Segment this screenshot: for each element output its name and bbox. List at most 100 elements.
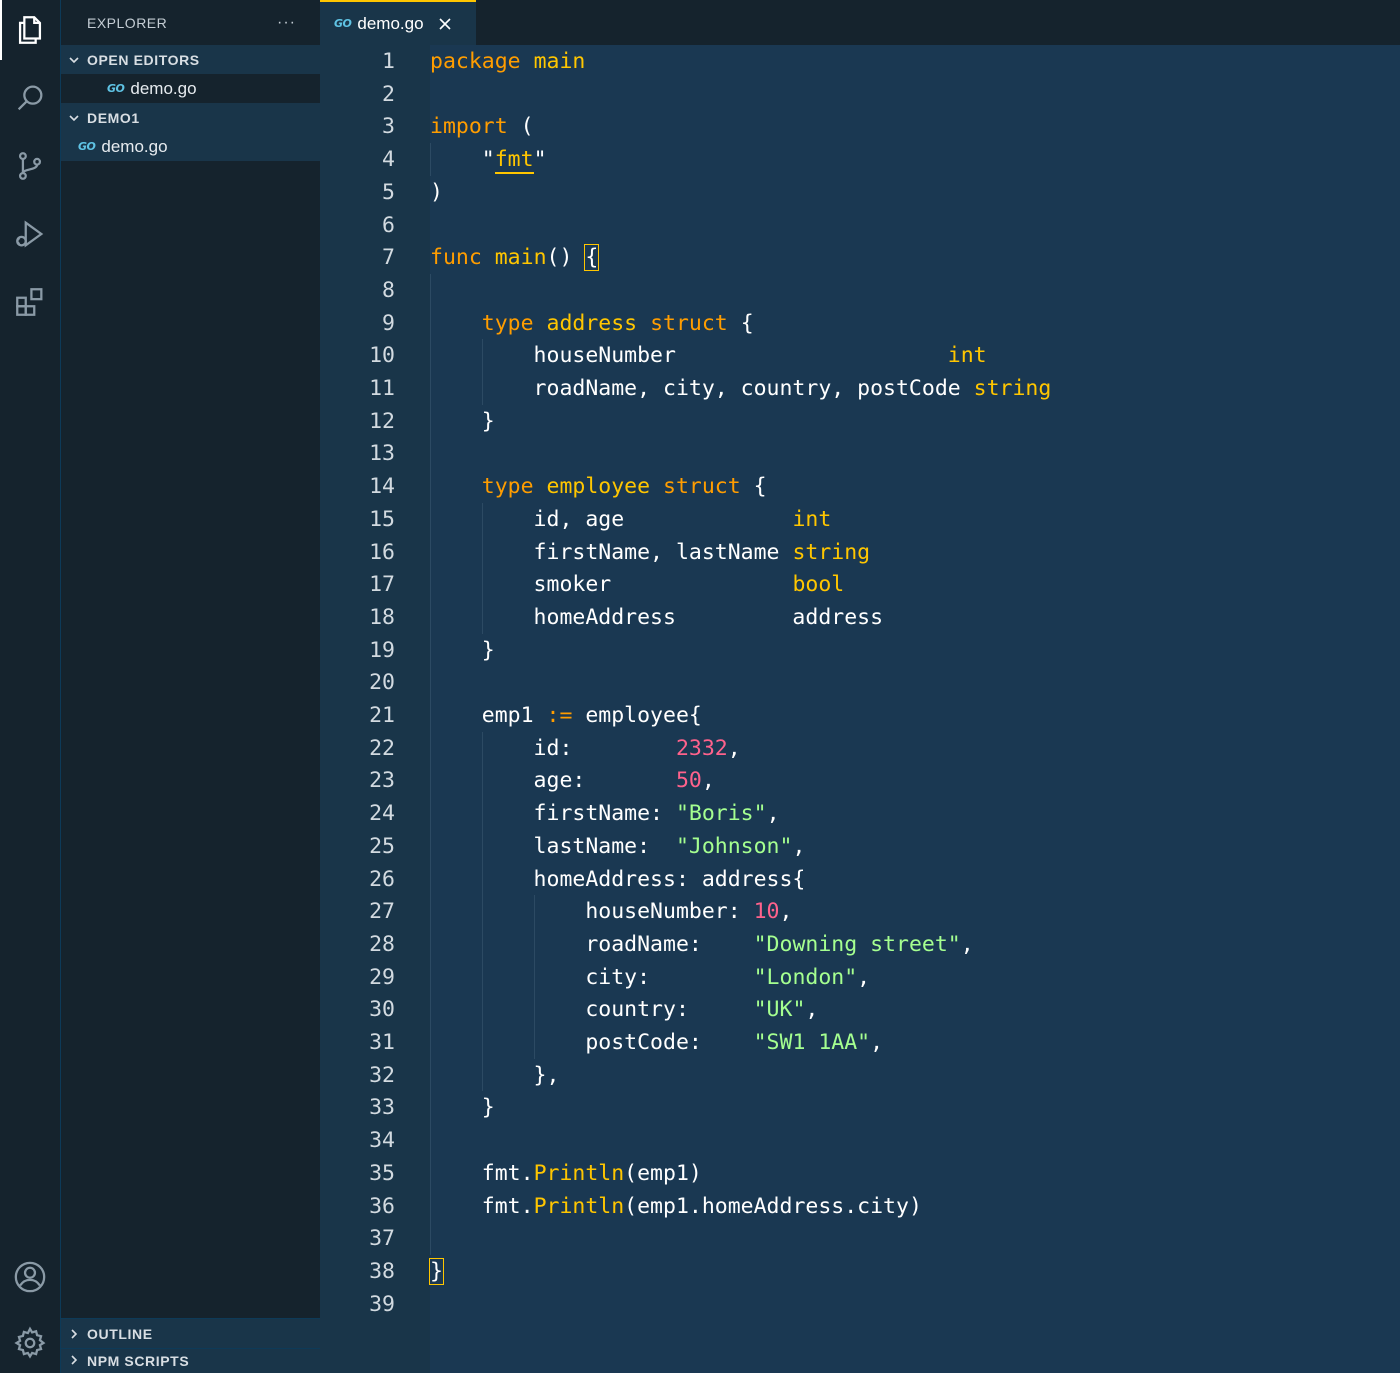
line-number: 38 <box>369 1258 395 1284</box>
code-text: smoker bool <box>430 568 845 601</box>
code-line: 20 <box>320 666 1400 699</box>
code-token: houseNumber: <box>430 899 754 925</box>
code-line: 13 <box>320 437 1400 470</box>
code-line: 38} <box>320 1255 1400 1288</box>
open-editors-section[interactable]: OPEN EDITORS <box>61 45 320 74</box>
tab-demo-go[interactable]: GO demo.go <box>320 0 476 45</box>
line-number: 32 <box>369 1062 395 1088</box>
code-token: } <box>429 1257 444 1285</box>
line-number: 28 <box>369 931 395 957</box>
code-text: city: "London", <box>430 961 870 994</box>
code-token: "Boris" <box>675 801 767 827</box>
code-token: fmt. <box>430 1193 534 1219</box>
code-token: fmt <box>494 147 534 175</box>
line-number: 37 <box>369 1226 395 1252</box>
line-number: 8 <box>382 277 395 303</box>
npm-scripts-label: NPM SCRIPTS <box>87 1353 190 1369</box>
code-token: lastName: <box>430 833 676 859</box>
code-token: } <box>430 408 495 434</box>
code-token: smoker <box>430 572 793 598</box>
code-line: 34 <box>320 1124 1400 1157</box>
code-token: employee <box>546 474 651 500</box>
code-line: 2 <box>320 78 1400 111</box>
code-token: func <box>430 245 482 271</box>
indent-guide <box>481 339 483 405</box>
activity-bar <box>0 0 61 1373</box>
more-actions-button[interactable]: ··· <box>277 14 296 32</box>
code-token: age: <box>430 768 676 794</box>
code-text: fmt.Println(emp1.homeAddress.city) <box>430 1190 922 1223</box>
line-number: 22 <box>369 735 395 761</box>
code-token: homeAddress address <box>430 604 884 630</box>
code-text: } <box>430 405 495 438</box>
code-token: int <box>947 343 987 369</box>
line-number: 2 <box>382 81 395 107</box>
code-token: 2332 <box>675 735 728 761</box>
code-line: 12 } <box>320 405 1400 438</box>
code-token: "Downing street" <box>753 931 961 957</box>
tab-label: demo.go <box>357 13 424 33</box>
run-debug-icon[interactable] <box>0 204 60 264</box>
code-text: fmt.Println(emp1) <box>430 1157 702 1190</box>
chevron-right-icon <box>67 1327 81 1341</box>
indent-guide <box>481 502 483 634</box>
code-line: 7 func main() { <box>320 241 1400 274</box>
settings-gear-icon[interactable] <box>0 1313 60 1373</box>
code-token: roadName: <box>430 931 754 957</box>
go-file-icon: GO <box>107 82 125 95</box>
code-line: 39 <box>320 1288 1400 1321</box>
line-number: 16 <box>369 539 395 565</box>
code-editor[interactable]: 1 package main 2 3 import (4 "fmt" 5) 6 7 func m… <box>320 45 1400 1373</box>
npm-scripts-section[interactable]: NPM SCRIPTS <box>61 1348 320 1373</box>
line-number: 4 <box>382 147 395 173</box>
line-number: 39 <box>369 1291 395 1317</box>
project-file[interactable]: GO demo.go <box>61 132 320 161</box>
line-number: 31 <box>369 1030 395 1055</box>
code-token: := <box>546 703 573 728</box>
code-token: " <box>430 147 495 173</box>
code-line: 33 } <box>320 1091 1400 1124</box>
code-token: struct <box>663 474 741 500</box>
line-number: 33 <box>369 1095 395 1121</box>
code-line: 9 type address struct { <box>320 307 1400 340</box>
close-icon[interactable] <box>438 17 452 31</box>
code-token: } <box>430 637 495 663</box>
code-text: id: 2332, <box>430 732 741 765</box>
open-editor-file[interactable]: GO demo.go <box>61 74 320 103</box>
code-text: firstName, lastName string <box>430 536 871 569</box>
line-number: 21 <box>369 703 395 728</box>
code-text: roadName: "Downing street", <box>430 928 973 961</box>
line-number: 24 <box>369 801 395 827</box>
code-token: id: <box>430 735 676 761</box>
line-number: 17 <box>369 572 395 598</box>
code-text: homeAddress address <box>430 601 884 634</box>
extensions-icon[interactable] <box>0 272 60 332</box>
source-control-icon[interactable] <box>0 136 60 196</box>
code-text: postCode: "SW1 1AA", <box>430 1026 883 1059</box>
code-token: package <box>430 49 521 74</box>
open-editors-label: OPEN EDITORS <box>87 51 200 68</box>
line-number: 3 <box>382 114 395 140</box>
account-icon[interactable] <box>0 1247 60 1307</box>
code-token: (emp1) <box>624 1160 702 1186</box>
code-token: (emp1.homeAddress.city) <box>624 1193 922 1219</box>
code-text: lastName: "Johnson", <box>430 830 806 863</box>
code-token: , <box>727 735 741 761</box>
files-icon[interactable] <box>0 0 60 60</box>
code-text: country: "UK", <box>430 993 818 1026</box>
line-number: 35 <box>369 1160 395 1186</box>
code-line: 37 <box>320 1222 1400 1255</box>
outline-section[interactable]: OUTLINE <box>61 1318 320 1348</box>
project-folder-section[interactable]: DEMO1 <box>61 103 320 132</box>
search-icon[interactable] <box>0 68 60 128</box>
code-text: type address struct { <box>430 307 754 340</box>
chevron-down-icon <box>67 53 81 67</box>
code-line: 6 <box>320 209 1400 242</box>
code-token: 10 <box>753 899 780 925</box>
indent-guide <box>533 895 535 1059</box>
